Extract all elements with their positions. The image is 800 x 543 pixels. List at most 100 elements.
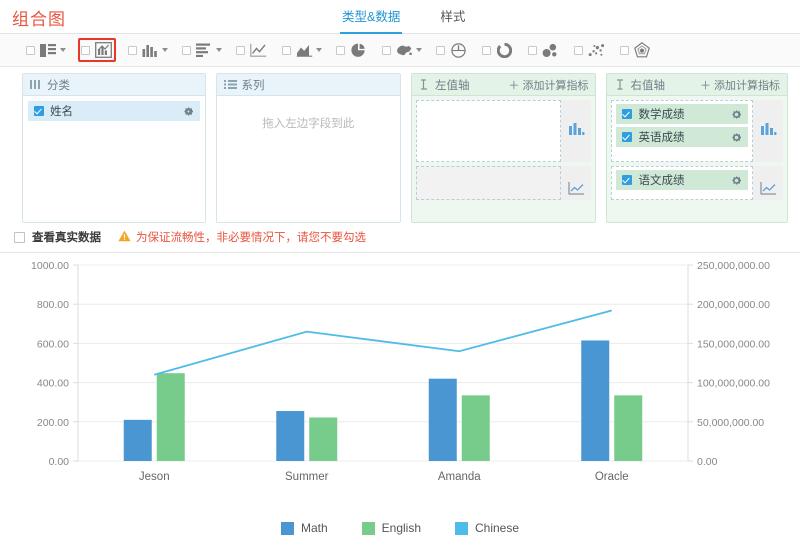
- toolbar-checkbox[interactable]: [236, 45, 245, 55]
- table-bar-icon[interactable]: [38, 40, 58, 60]
- bar-english-amanda[interactable]: [461, 395, 490, 461]
- field-chip-math[interactable]: 数学成绩: [616, 104, 749, 124]
- legend-item-english[interactable]: English: [361, 521, 421, 535]
- toolbar-checkbox[interactable]: [436, 45, 445, 55]
- tab-style[interactable]: 样式: [438, 0, 467, 34]
- toolbar-checkbox[interactable]: [26, 45, 35, 55]
- chevron-down-icon[interactable]: [162, 48, 168, 52]
- left-axis-line-dropzone[interactable]: [415, 166, 562, 200]
- scatter-icon[interactable]: [586, 40, 606, 60]
- line-series-chinese[interactable]: [154, 309, 612, 376]
- left-axis-tick-label: 400.00: [37, 378, 69, 390]
- left-axis-column-slot[interactable]: [415, 100, 592, 162]
- toolbar-item-map-chart[interactable]: [380, 39, 424, 61]
- left-axis-line-slot[interactable]: [415, 166, 592, 200]
- field-chip-english[interactable]: 英语成绩: [616, 127, 749, 147]
- toolbar-item-combo-chart[interactable]: [78, 38, 116, 62]
- bar-icon[interactable]: [194, 40, 214, 60]
- toolbar-checkbox[interactable]: [282, 45, 291, 55]
- bar-math-amanda[interactable]: [428, 378, 457, 461]
- panel-series-body[interactable]: 拖入左边字段到此: [216, 96, 400, 222]
- toolbar-item-bar-chart[interactable]: [180, 39, 224, 61]
- tab-type-and-data[interactable]: 类型&数据: [340, 0, 403, 34]
- gear-icon[interactable]: [731, 175, 742, 186]
- bar-math-oracle[interactable]: [581, 340, 610, 461]
- toolbar-item-line-chart[interactable]: [234, 39, 270, 61]
- field-checkbox[interactable]: [34, 106, 44, 116]
- gear-icon[interactable]: [731, 109, 742, 120]
- toolbar-checkbox[interactable]: [382, 45, 391, 55]
- ring-icon[interactable]: [494, 40, 514, 60]
- map-icon[interactable]: [394, 40, 414, 60]
- toolbar-checkbox[interactable]: [620, 45, 629, 55]
- toolbar-checkbox[interactable]: [336, 45, 345, 55]
- column-icon[interactable]: [140, 40, 160, 60]
- panel-series: 系列 拖入左边字段到此: [215, 73, 401, 223]
- view-real-data-checkbox[interactable]: [14, 231, 25, 243]
- gear-icon[interactable]: [731, 132, 742, 143]
- panel-category-title: 分类: [47, 79, 70, 92]
- toolbar-item-combo-table-chart[interactable]: [24, 39, 68, 61]
- bar-math-summer[interactable]: [276, 411, 305, 461]
- area-icon[interactable]: [294, 40, 314, 60]
- line-icon[interactable]: [248, 40, 268, 60]
- view-real-data-label[interactable]: 查看真实数据: [32, 229, 101, 245]
- toolbar-item-scatter-chart[interactable]: [572, 39, 608, 61]
- legend-item-math[interactable]: Math: [280, 521, 328, 535]
- gear-icon[interactable]: [183, 106, 194, 117]
- field-checkbox[interactable]: [622, 109, 633, 119]
- toolbar-item-column-chart[interactable]: [126, 39, 170, 61]
- field-checkbox[interactable]: [622, 132, 633, 142]
- toolbar-checkbox[interactable]: [482, 45, 491, 55]
- radar-icon[interactable]: [632, 40, 652, 60]
- panel-category-body[interactable]: 姓名: [23, 96, 205, 222]
- field-checkbox[interactable]: [622, 175, 633, 185]
- toolbar-checkbox[interactable]: [574, 45, 583, 55]
- toolbar-checkbox[interactable]: [528, 45, 537, 55]
- chevron-down-icon[interactable]: [216, 48, 222, 52]
- left-axis-column-dropzone[interactable]: [415, 100, 562, 162]
- bar-math-jeson[interactable]: [123, 419, 152, 461]
- legend-item-chinese[interactable]: Chinese: [455, 521, 519, 535]
- left-axis-tick-label: 0.00: [49, 456, 70, 468]
- toolbar-item-radar-chart[interactable]: [618, 39, 654, 61]
- bubble-icon[interactable]: [540, 40, 560, 60]
- right-axis-line-slot[interactable]: 语文成绩: [611, 166, 784, 200]
- panel-left-axis-body[interactable]: [411, 96, 596, 222]
- toolbar-checkbox[interactable]: [81, 45, 90, 55]
- pie-icon[interactable]: [348, 40, 368, 60]
- legend-label: Chinese: [475, 521, 520, 535]
- right-axis-column-slot[interactable]: 数学成绩 英语成绩: [611, 100, 784, 162]
- bar-english-oracle[interactable]: [614, 395, 643, 461]
- gauge-icon[interactable]: [448, 40, 468, 60]
- add-calc-metric-right-button[interactable]: ＋ 添加计算指标: [700, 77, 780, 93]
- toolbar-item-area-chart[interactable]: [280, 39, 324, 61]
- bar-english-jeson[interactable]: [156, 373, 185, 461]
- field-chip-name[interactable]: 姓名: [28, 101, 200, 121]
- add-calc-metric-left-button[interactable]: ＋ 添加计算指标: [508, 77, 588, 93]
- chevron-down-icon[interactable]: [60, 48, 66, 52]
- panel-right-axis-title: 右值轴: [630, 79, 665, 92]
- field-chip-chinese[interactable]: 语文成绩: [616, 170, 749, 190]
- chart-legend: Math English Chinese: [0, 521, 800, 535]
- line-icon: [561, 166, 592, 200]
- tab-bar: 类型&数据 样式: [340, 0, 467, 34]
- left-axis-tick-label: 600.00: [37, 338, 69, 350]
- chevron-down-icon[interactable]: [416, 48, 422, 52]
- combo-bar-line-icon[interactable]: [93, 40, 113, 60]
- line-icon: [753, 166, 784, 200]
- panel-category: 分类 姓名: [22, 73, 206, 223]
- right-axis-tick-label: 200,000,000.00: [697, 299, 770, 311]
- toolbar-item-bubble-chart[interactable]: [526, 39, 562, 61]
- right-axis-line-dropzone[interactable]: 语文成绩: [611, 166, 754, 200]
- panel-right-axis-body[interactable]: 数学成绩 英语成绩 语文成绩: [607, 96, 788, 222]
- right-axis-column-dropzone[interactable]: 数学成绩 英语成绩: [611, 100, 754, 162]
- toolbar-item-ring-chart[interactable]: [480, 39, 516, 61]
- bar-english-summer[interactable]: [309, 417, 338, 461]
- toolbar-item-pie-chart[interactable]: [334, 39, 370, 61]
- toolbar-checkbox[interactable]: [128, 45, 137, 55]
- chevron-down-icon[interactable]: [316, 48, 322, 52]
- toolbar-checkbox[interactable]: [182, 45, 191, 55]
- left-axis-tick-label: 800.00: [37, 299, 69, 311]
- toolbar-item-gauge-chart[interactable]: [434, 39, 470, 61]
